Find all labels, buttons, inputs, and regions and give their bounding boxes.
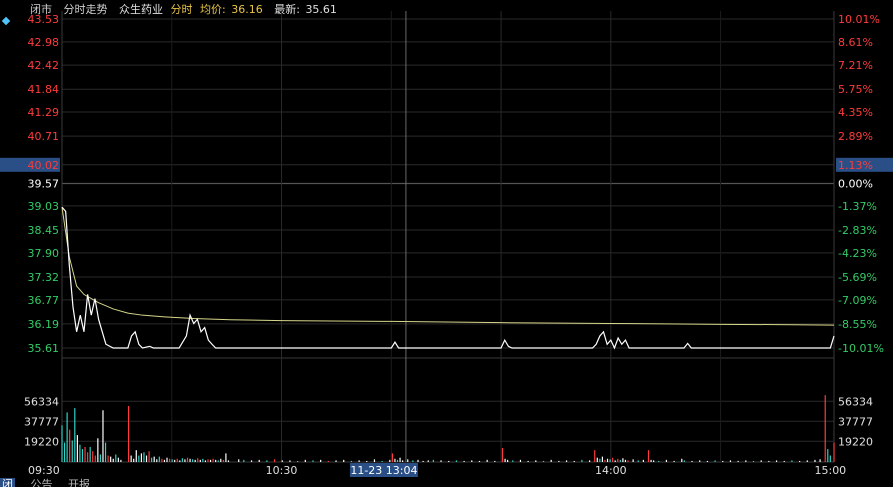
y-tick-left: 40.71 <box>28 130 60 143</box>
y-tick-left: 37.32 <box>28 271 60 284</box>
y-tick-right: -8.55% <box>838 318 877 331</box>
volume-tick-left: 56334 <box>24 395 59 408</box>
y-tick-left: 41.29 <box>28 106 60 119</box>
y-tick-right: -7.09% <box>838 294 877 307</box>
y-tick-right: -5.69% <box>838 271 877 284</box>
y-tick-right: 1.13% <box>838 159 873 172</box>
y-tick-right: 10.01% <box>838 13 880 26</box>
y-tick-right: -1.37% <box>838 200 877 213</box>
chart-stage: 闭市 分时走势 众生药业 分时 均价: 36.16 最新: 35.61 43.5… <box>0 0 893 487</box>
x-tick: 10:30 <box>266 464 298 477</box>
price-line <box>61 206 835 350</box>
y-tick-left: 42.98 <box>28 36 60 49</box>
y-tick-left: 43.53 <box>28 13 60 26</box>
volume-tick-left: 37777 <box>24 415 59 428</box>
y-tick-right: 0.00% <box>838 178 873 191</box>
volume-tick-left: 19220 <box>24 435 59 448</box>
y-tick-right: 7.21% <box>838 59 873 72</box>
y-tick-left: 36.19 <box>28 318 60 331</box>
y-tick-right: 8.61% <box>838 36 873 49</box>
y-tick-left: 37.90 <box>28 247 60 260</box>
x-tick: 15:00 <box>814 464 846 477</box>
y-tick-left: 39.57 <box>28 178 60 191</box>
volume-tick-right: 37777 <box>838 415 873 428</box>
crosshair-time-label: 11-23 13:04 <box>350 464 417 477</box>
y-tick-right: -2.83% <box>838 224 877 237</box>
y-tick-right: -10.01% <box>838 342 884 355</box>
y-tick-left: 35.61 <box>28 342 60 355</box>
tab-report[interactable]: 开报 <box>68 478 90 487</box>
y-tick-left: 42.42 <box>28 59 60 72</box>
x-tick: 14:00 <box>595 464 627 477</box>
y-tick-left: 39.03 <box>28 200 60 213</box>
y-tick-right: 5.75% <box>838 83 873 96</box>
avg-price-line <box>61 207 835 326</box>
y-tick-left: 40.02 <box>28 159 60 172</box>
volume-tick-right: 19220 <box>838 435 873 448</box>
y-tick-left: 38.45 <box>28 224 60 237</box>
tab-announcement[interactable]: 公告 <box>31 478 53 487</box>
intraday-chart[interactable]: 43.53 42.98 42.42 41.84 41.29 40.71 40.02 39.57… <box>0 0 893 487</box>
volume-tick-right: 56334 <box>838 395 873 408</box>
tab-close[interactable]: 闭 <box>0 478 15 487</box>
x-tick: 09:30 <box>28 464 60 477</box>
y-tick-right: 4.35% <box>838 106 873 119</box>
y-tick-left: 41.84 <box>28 83 60 96</box>
bottom-tabs: 闭 公告 开报 <box>0 478 200 487</box>
y-tick-right: -4.23% <box>838 247 877 260</box>
y-tick-right: 2.89% <box>838 130 873 143</box>
y-tick-left: 36.77 <box>28 294 60 307</box>
